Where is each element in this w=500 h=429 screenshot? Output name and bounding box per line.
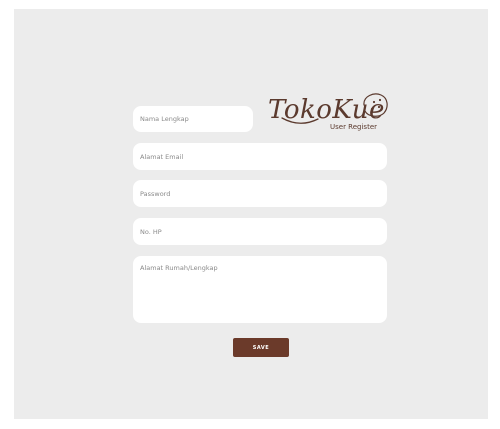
- address-field-placeholder: Alamat Rumah/Lengkap: [140, 264, 218, 272]
- cookie-icon: [363, 93, 388, 117]
- email-field-placeholder: Alamat Email: [140, 152, 184, 161]
- brand-logo: TokoKue User Register: [268, 93, 390, 136]
- address-field[interactable]: Alamat Rumah/Lengkap: [133, 256, 387, 323]
- password-field[interactable]: Password: [133, 180, 387, 207]
- phone-field[interactable]: No. HP: [133, 218, 387, 245]
- name-field[interactable]: Nama Lengkap: [133, 106, 253, 132]
- email-field[interactable]: Alamat Email: [133, 143, 387, 170]
- phone-field-placeholder: No. HP: [140, 227, 162, 236]
- save-button[interactable]: SAVE: [233, 338, 289, 357]
- smile-swoosh-icon: [281, 117, 319, 124]
- register-panel: [14, 9, 488, 419]
- brand-subtitle: User Register: [330, 123, 378, 131]
- password-field-placeholder: Password: [140, 189, 171, 198]
- name-field-placeholder: Nama Lengkap: [140, 115, 189, 123]
